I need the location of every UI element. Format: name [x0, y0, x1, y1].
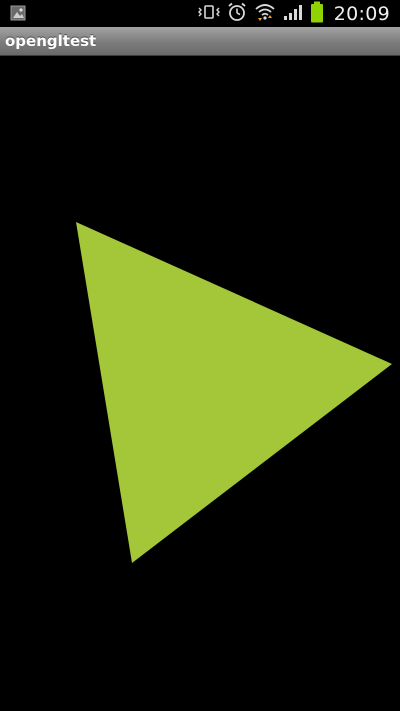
status-clock: 20:09 — [333, 2, 390, 25]
phone-screen: 20:09 opengltest — [0, 0, 400, 711]
opengl-canvas — [76, 222, 392, 563]
alarm-clock-icon — [227, 2, 247, 26]
battery-icon — [310, 1, 324, 27]
app-title: opengltest — [5, 32, 97, 50]
status-icons-group: 20:09 — [197, 0, 390, 27]
signal-strength-icon — [283, 3, 303, 25]
status-bar[interactable]: 20:09 — [0, 0, 400, 27]
wifi-icon — [254, 2, 276, 26]
vibrate-mode-icon — [197, 3, 220, 25]
green-triangle-shape — [76, 222, 392, 563]
gallery-notification-icon[interactable] — [10, 5, 26, 21]
app-title-bar: opengltest — [0, 27, 400, 56]
opengl-surface[interactable] — [0, 56, 400, 711]
